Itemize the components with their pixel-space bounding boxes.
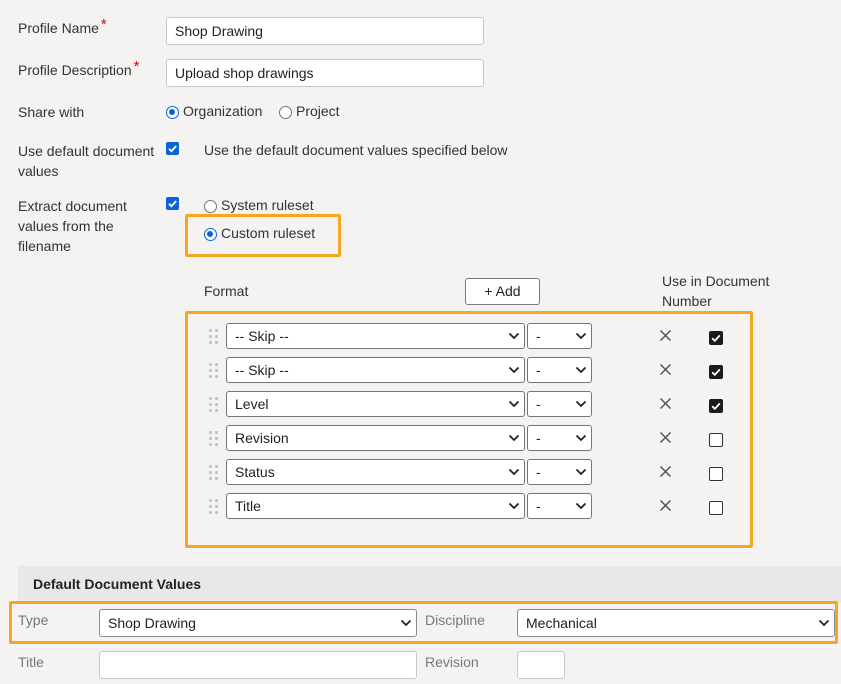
format-header: Format bbox=[204, 283, 249, 299]
format-field-value: Revision bbox=[235, 430, 289, 446]
use-default-label: Use default document values bbox=[18, 143, 155, 179]
format-field-select[interactable]: Status bbox=[226, 459, 525, 485]
discipline-select-value: Mechanical bbox=[526, 615, 597, 631]
drag-handle-icon[interactable] bbox=[209, 363, 219, 379]
chevron-down-icon bbox=[508, 366, 520, 374]
chevron-down-icon bbox=[575, 468, 587, 476]
chevron-down-icon bbox=[508, 332, 520, 340]
format-field-value: -- Skip -- bbox=[235, 328, 289, 344]
chevron-down-icon bbox=[400, 619, 412, 627]
custom-ruleset-radio[interactable] bbox=[204, 228, 217, 241]
drag-handle-icon[interactable] bbox=[209, 499, 219, 515]
required-mark: * bbox=[133, 58, 140, 75]
remove-row-icon[interactable] bbox=[659, 465, 672, 478]
use-in-doc-number-checkbox[interactable] bbox=[709, 501, 723, 515]
section-title: Default Document Values bbox=[33, 576, 202, 592]
format-separator-select[interactable]: - bbox=[527, 425, 592, 451]
share-project-radio[interactable] bbox=[279, 106, 292, 119]
format-field-select[interactable]: -- Skip -- bbox=[226, 357, 525, 383]
format-separator-select[interactable]: - bbox=[527, 357, 592, 383]
format-separator-select[interactable]: - bbox=[527, 493, 592, 519]
drag-handle-icon[interactable] bbox=[209, 329, 219, 345]
use-default-text: Use the default document values specifie… bbox=[204, 142, 508, 158]
format-field-select[interactable]: Revision bbox=[226, 425, 525, 451]
use-in-doc-number-checkbox[interactable] bbox=[709, 433, 723, 447]
drag-handle-icon[interactable] bbox=[209, 397, 219, 413]
share-project-label: Project bbox=[296, 103, 340, 119]
use-in-doc-number-checkbox[interactable] bbox=[709, 399, 723, 413]
format-separator-select[interactable]: - bbox=[527, 459, 592, 485]
use-in-doc-number-header: Use in Document Number bbox=[662, 273, 770, 309]
format-separator-select[interactable]: - bbox=[527, 323, 592, 349]
use-in-doc-number-checkbox[interactable] bbox=[709, 365, 723, 379]
drag-handle-icon[interactable] bbox=[209, 465, 219, 481]
format-field-select[interactable]: Title bbox=[226, 493, 525, 519]
format-separator-value: - bbox=[536, 498, 541, 514]
extract-values-label: Extract document values from the filenam… bbox=[18, 198, 127, 254]
discipline-select[interactable]: Mechanical bbox=[517, 609, 835, 637]
use-in-doc-number-checkbox[interactable] bbox=[709, 467, 723, 481]
remove-row-icon[interactable] bbox=[659, 329, 672, 342]
check-icon bbox=[711, 334, 721, 343]
chevron-down-icon bbox=[508, 434, 520, 442]
format-separator-select[interactable]: - bbox=[527, 391, 592, 417]
title-label: Title bbox=[18, 654, 44, 670]
profile-name-input[interactable]: Shop Drawing bbox=[166, 17, 484, 45]
add-format-button[interactable]: + Add bbox=[465, 278, 540, 305]
use-in-doc-number-checkbox[interactable] bbox=[709, 331, 723, 345]
profile-description-input[interactable]: Upload shop drawings bbox=[166, 59, 484, 87]
format-separator-value: - bbox=[536, 464, 541, 480]
system-ruleset-label: System ruleset bbox=[221, 197, 314, 213]
chevron-down-icon bbox=[575, 502, 587, 510]
format-field-value: Title bbox=[235, 498, 261, 514]
chevron-down-icon bbox=[508, 502, 520, 510]
system-ruleset-radio[interactable] bbox=[204, 200, 217, 213]
remove-row-icon[interactable] bbox=[659, 431, 672, 444]
use-default-checkbox[interactable] bbox=[166, 142, 179, 155]
format-field-value: -- Skip -- bbox=[235, 362, 289, 378]
format-separator-value: - bbox=[536, 396, 541, 412]
format-field-value: Status bbox=[235, 464, 275, 480]
format-separator-value: - bbox=[536, 362, 541, 378]
format-separator-value: - bbox=[536, 430, 541, 446]
format-separator-value: - bbox=[536, 328, 541, 344]
type-select[interactable]: Shop Drawing bbox=[99, 609, 417, 637]
check-icon bbox=[168, 200, 177, 208]
remove-row-icon[interactable] bbox=[659, 397, 672, 410]
type-label: Type bbox=[18, 612, 49, 628]
chevron-down-icon bbox=[575, 400, 587, 408]
revision-input[interactable] bbox=[517, 651, 565, 679]
chevron-down-icon bbox=[575, 332, 587, 340]
chevron-down-icon bbox=[575, 434, 587, 442]
profile-name-label: Profile Name * bbox=[18, 16, 107, 36]
format-field-select[interactable]: Level bbox=[226, 391, 525, 417]
title-input[interactable] bbox=[99, 651, 417, 679]
format-field-select[interactable]: -- Skip -- bbox=[226, 323, 525, 349]
chevron-down-icon bbox=[818, 619, 830, 627]
revision-label: Revision bbox=[425, 654, 479, 670]
share-organization-radio[interactable] bbox=[166, 106, 179, 119]
share-with-label: Share with bbox=[18, 104, 85, 120]
chevron-down-icon bbox=[508, 400, 520, 408]
default-values-section-header: Default Document Values bbox=[18, 566, 841, 603]
chevron-down-icon bbox=[508, 468, 520, 476]
remove-row-icon[interactable] bbox=[659, 499, 672, 512]
profile-description-label: Profile Description * bbox=[18, 58, 140, 78]
required-mark: * bbox=[100, 16, 107, 33]
chevron-down-icon bbox=[575, 366, 587, 374]
custom-ruleset-label: Custom ruleset bbox=[221, 225, 316, 241]
check-icon bbox=[711, 368, 721, 377]
check-icon bbox=[711, 402, 721, 411]
remove-row-icon[interactable] bbox=[659, 363, 672, 376]
extract-values-checkbox[interactable] bbox=[166, 197, 179, 210]
share-organization-label: Organization bbox=[183, 103, 263, 119]
discipline-label: Discipline bbox=[425, 612, 485, 628]
format-field-value: Level bbox=[235, 396, 269, 412]
type-select-value: Shop Drawing bbox=[108, 615, 196, 631]
drag-handle-icon[interactable] bbox=[209, 431, 219, 447]
check-icon bbox=[168, 145, 177, 153]
